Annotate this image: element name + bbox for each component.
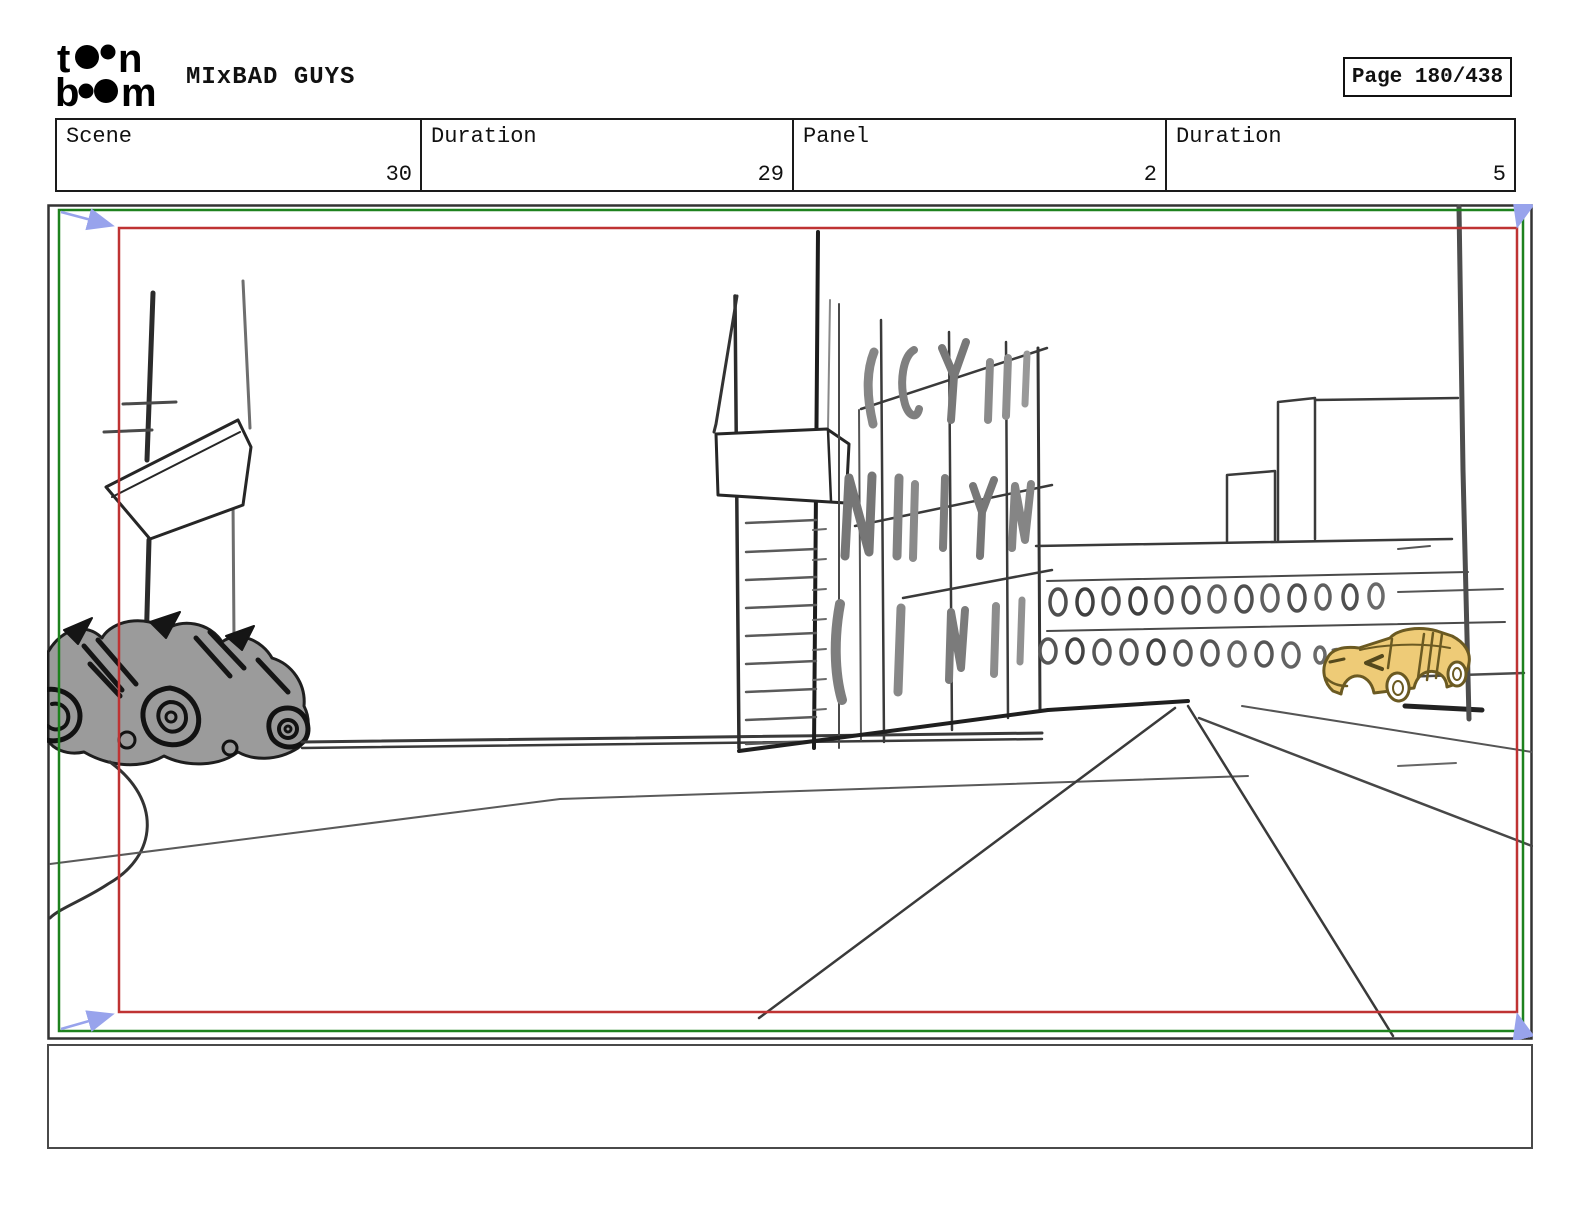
project-title: MIxBAD GUYS [186,64,356,91]
scene-label: Scene [66,124,133,149]
scene-value: 30 [385,162,412,187]
logo-letter: m [121,71,157,112]
logo-dot [94,79,118,103]
duration-label: Duration [1176,124,1282,149]
logo-letter: b [55,71,79,112]
logo-dot [75,45,99,69]
logo-dot [78,83,94,99]
storyboard-panel [47,204,1533,1040]
panel-duration-cell: Duration 5 [1165,120,1514,190]
duration-value: 5 [1492,162,1506,187]
page-number: Page 180/438 [1343,57,1512,97]
duration-label: Duration [431,124,537,149]
caption-box [47,1044,1533,1149]
logo-dot [100,44,116,60]
panel-cell: Panel 2 [792,120,1165,190]
panel-value: 2 [1143,162,1157,187]
duration-value: 29 [757,162,784,187]
panel-border [47,204,1533,1040]
panel-label: Panel [803,124,870,149]
scene-cell: Scene 30 [57,120,420,190]
scene-duration-cell: Duration 29 [420,120,792,190]
storyboard-page: t n b m MIxBAD GUYS Page 180/438 Scene 3… [0,0,1584,1224]
info-table: Scene 30 Duration 29 Panel 2 Duration 5 [55,118,1516,192]
toonboom-logo: t n b m [55,38,157,112]
